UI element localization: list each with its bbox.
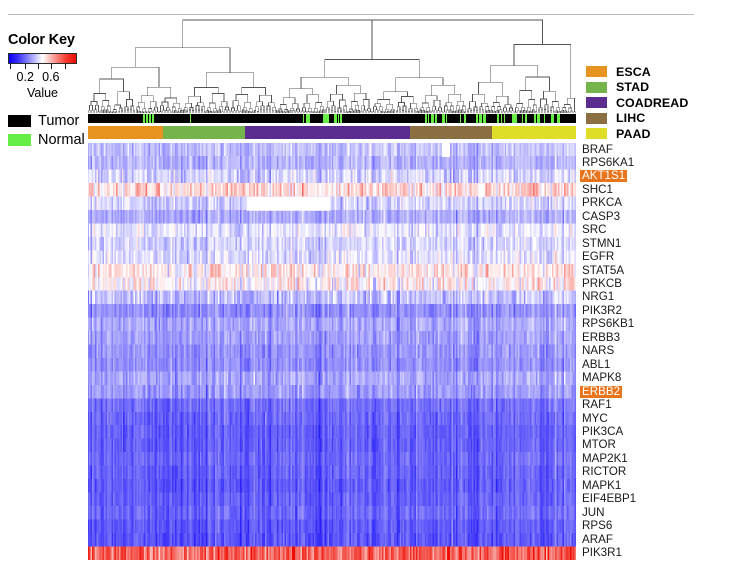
column-dendrogram xyxy=(88,18,576,113)
gene-label: MAPK8 xyxy=(582,371,622,385)
gene-label: ERBB2 xyxy=(580,384,623,398)
gene-label: ERBB3 xyxy=(582,330,621,344)
sample-type-swatch xyxy=(8,114,31,127)
gene-label: RPS6 xyxy=(582,519,613,533)
cancer-type-label: LIHC xyxy=(616,111,646,126)
gene-label: NRG1 xyxy=(582,290,615,304)
gene-label: EGFR xyxy=(582,250,615,264)
cancer-type-legend-item: LIHC xyxy=(586,111,688,127)
gene-label: PRKCB xyxy=(582,277,622,291)
gene-label: SHC1 xyxy=(582,182,613,196)
color-key-title: Color Key xyxy=(8,32,75,48)
color-key-tick-label: 0.6 xyxy=(42,70,60,84)
cancer-type-swatch xyxy=(586,97,607,109)
gene-label: ARAF xyxy=(582,532,613,546)
heatmap-canvas xyxy=(88,143,576,560)
cancer-type-legend-item: COADREAD xyxy=(586,95,688,111)
cancer-type-block xyxy=(245,126,411,139)
cancer-type-label: STAD xyxy=(616,80,650,95)
gene-label: RAF1 xyxy=(582,398,612,412)
gene-label: RPS6KA1 xyxy=(582,155,635,169)
sample-type-legend-item: Tumor xyxy=(8,111,85,130)
color-key-tick-label: 0.2 xyxy=(16,70,34,84)
color-key-gradient xyxy=(8,53,77,64)
cancer-type-block xyxy=(88,126,164,139)
gene-label-column: BRAF RPS6KA1 AKT1S1 SHC1 PRKCA CASP3 SRC STMN1 E… xyxy=(580,143,690,560)
sample-type-label: Normal xyxy=(38,131,85,148)
gene-label: MAPK1 xyxy=(582,478,622,492)
cancer-type-block xyxy=(410,126,493,139)
gene-label: STMN1 xyxy=(582,236,622,250)
gene-label: PIK3CA xyxy=(582,425,624,438)
cancer-type-swatch xyxy=(586,112,607,124)
cancer-type-label: ESCA xyxy=(616,64,651,79)
cancer-type-block xyxy=(492,126,576,139)
cancer-type-label: PAAD xyxy=(616,126,651,141)
color-key-tick-labels: 0.2 0.6 xyxy=(8,70,88,85)
cancer-type-annotation-bar xyxy=(88,126,576,139)
cancer-type-swatch xyxy=(586,128,607,140)
cancer-type-swatch xyxy=(586,66,607,78)
gene-label: PIK3R2 xyxy=(582,303,622,317)
sample-type-annotation-bar xyxy=(88,114,576,123)
gene-label: EIF4EBP1 xyxy=(582,492,637,506)
sample-type-label: Tumor xyxy=(38,112,80,129)
header-divider xyxy=(8,14,694,15)
color-key-legend: Color Key 0.2 0.6 Value xyxy=(8,32,88,100)
sample-type-legend-item: Normal xyxy=(8,130,85,149)
gene-label: JUN xyxy=(582,505,605,519)
cancer-type-legend-item: STAD xyxy=(586,80,688,96)
gene-label: MYC xyxy=(582,411,608,425)
gene-label: RICTOR xyxy=(582,465,627,479)
gene-label: NARS xyxy=(582,344,615,358)
gene-label: AKT1S1 xyxy=(580,169,628,183)
gene-label: ABL1 xyxy=(582,357,611,371)
gene-label: CASP3 xyxy=(582,209,621,223)
color-key-ticks xyxy=(8,64,77,69)
sample-type-legend: Tumor Normal xyxy=(8,111,85,149)
sample-type-swatch xyxy=(8,133,31,146)
cancer-type-legend-item: PAAD xyxy=(586,126,688,142)
cancer-type-legend: ESCA STAD COADREAD LIHC PAAD xyxy=(586,64,688,142)
heatmap-body xyxy=(88,143,576,560)
gene-label: PIK3R1 xyxy=(582,546,622,560)
gene-label: RPS6KB1 xyxy=(582,317,635,331)
gene-label: MTOR xyxy=(582,438,616,452)
gene-label: STAT5A xyxy=(582,263,625,277)
cancer-type-label: COADREAD xyxy=(616,95,689,110)
cancer-type-legend-item: ESCA xyxy=(586,64,688,80)
gene-label: MAP2K1 xyxy=(582,451,628,465)
gene-label: PRKCA xyxy=(582,196,622,210)
color-key-axis-label: Value xyxy=(26,86,59,100)
gene-label: SRC xyxy=(582,223,607,237)
gene-label: BRAF xyxy=(582,142,613,156)
cancer-type-swatch xyxy=(586,81,607,93)
cancer-type-block xyxy=(163,126,246,139)
